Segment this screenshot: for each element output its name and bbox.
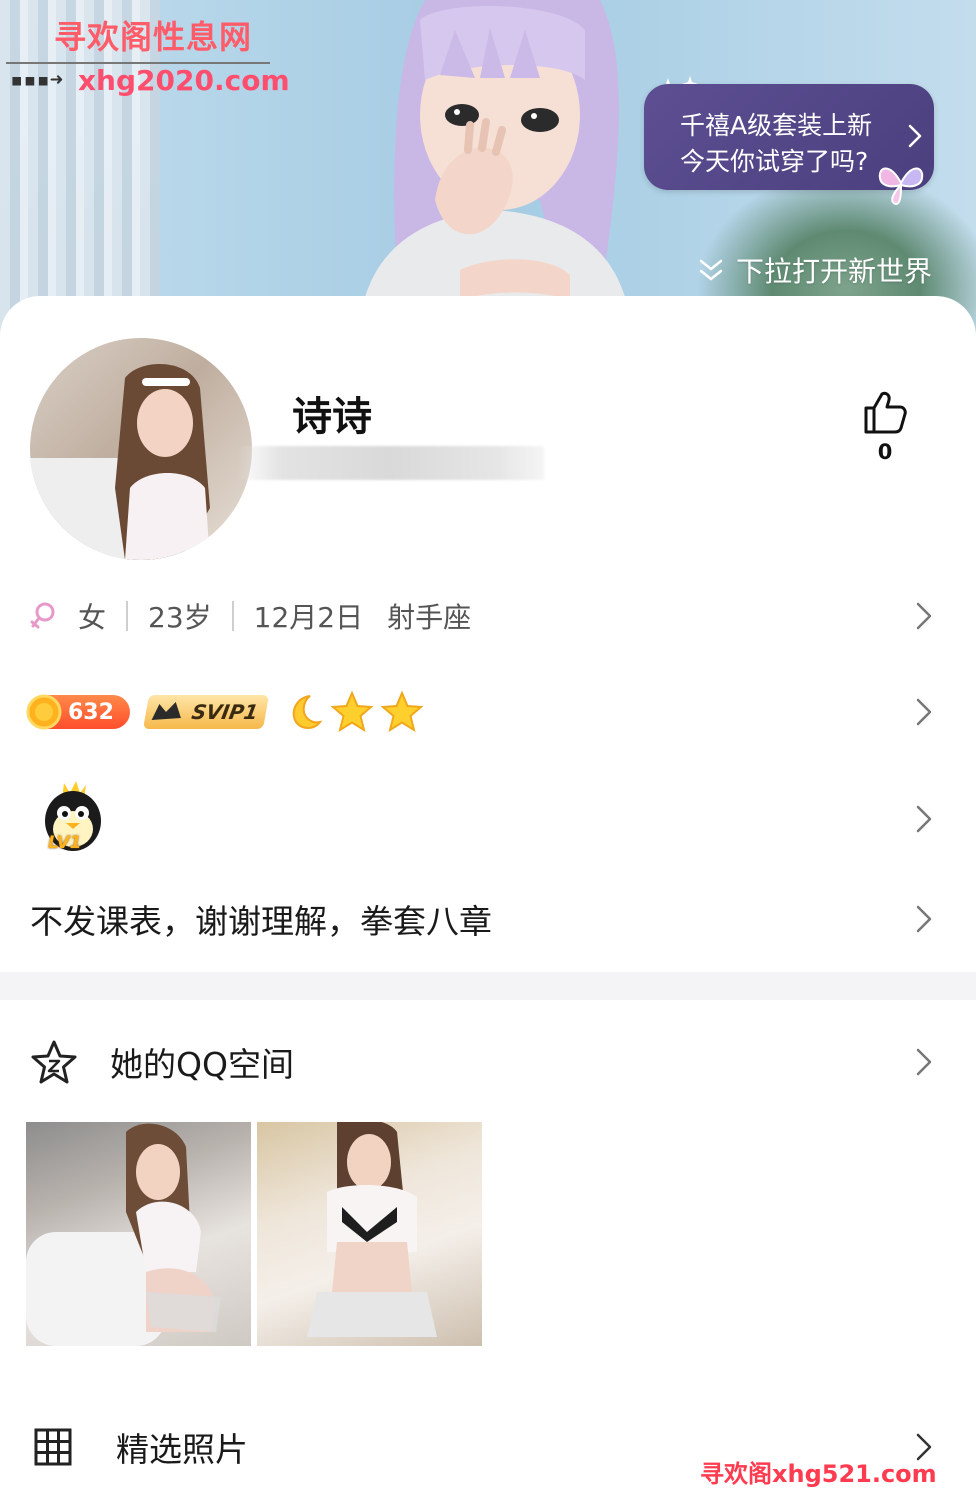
svip-crown-icon (151, 702, 181, 720)
section-divider (0, 972, 976, 1000)
age-text: 23岁 (148, 601, 212, 634)
avatar-3d-figure (360, 0, 630, 320)
basic-info-row[interactable]: 女 23岁 12月2日 射手座 (0, 588, 976, 644)
qzone-title: 她的QQ空间 (110, 1045, 294, 1084)
coin-count: 632 (68, 699, 114, 725)
chevron-right-icon (916, 905, 932, 933)
watermark-site-name: 寻欢阁性息网 (54, 18, 253, 56)
gender-text: 女 (78, 601, 107, 634)
qq-level-label: LV1 (48, 833, 82, 853)
featured-title: 精选照片 (116, 1430, 248, 1469)
qzone-row[interactable]: 她的QQ空间 (0, 1034, 976, 1090)
profile-banner[interactable]: 寻欢阁性息网 ▪▪▪➜ xhg2020.com 千禧A级套装上新 今天你试穿了吗… (0, 0, 976, 340)
moon-icon (292, 695, 323, 729)
arrow-right-icon: ▪▪▪➜ (10, 68, 63, 93)
svip-label: SVIP1 (189, 700, 261, 724)
butterfly-icon (878, 167, 924, 206)
top-watermark: 寻欢阁性息网 ▪▪▪➜ xhg2020.com (6, 6, 290, 97)
chevron-right-icon (916, 1048, 932, 1076)
qzone-photo-image (307, 1122, 437, 1337)
profile-card: 诗诗 0 女 23岁 12月2日 射手座 632 SVIP1 LV1 不发课表，… (0, 296, 976, 1498)
watermark-site-url: xhg2020.com (78, 64, 290, 97)
chevron-right-icon (916, 698, 932, 726)
signature-row[interactable]: 不发课表，谢谢理解，拳套八章 (0, 886, 976, 952)
birthday-text: 12月2日 (253, 601, 364, 634)
like-button[interactable]: 0 (860, 390, 910, 464)
qq-penguin-level-badge: LV1 (36, 779, 110, 859)
promo-text: 千禧A级套装上新 今天你试穿了吗? (680, 108, 872, 180)
star-icon (380, 691, 424, 733)
promo-line2: 今天你试穿了吗? (680, 147, 869, 176)
info-separator (126, 601, 129, 631)
grid-icon (34, 1428, 72, 1466)
thumbs-up-icon (864, 391, 907, 434)
badges-row[interactable]: 632 SVIP1 (0, 682, 976, 742)
profile-avatar[interactable] (30, 338, 252, 560)
female-gender-icon (30, 602, 55, 629)
qzone-photo-strip (26, 1122, 482, 1346)
coin-badge: 632 (26, 694, 130, 730)
coin-icon (26, 694, 62, 730)
qzone-photo[interactable] (26, 1122, 251, 1346)
pull-down-hint[interactable]: 下拉打开新世界 (696, 250, 932, 290)
qzone-photo[interactable] (257, 1122, 482, 1346)
qzone-star-icon (31, 1040, 77, 1084)
info-separator (231, 601, 234, 631)
signature-text: 不发课表，谢谢理解，拳套八章 (30, 902, 492, 941)
pull-hint-text: 下拉打开新世界 (736, 255, 933, 288)
qq-number-blurred (236, 446, 544, 480)
avatar-photo (30, 364, 210, 560)
zodiac-text: 射手座 (387, 601, 472, 634)
qq-level-row[interactable]: LV1 (0, 774, 976, 864)
double-chevron-down-icon (699, 259, 723, 281)
qzone-photo-image (26, 1123, 221, 1346)
star-icon (330, 691, 374, 733)
profile-name: 诗诗 (292, 394, 372, 440)
promo-line1: 千禧A级套装上新 (680, 111, 873, 140)
chevron-right-icon (916, 805, 932, 833)
bottom-watermark: 寻欢阁xhg521.com (700, 1460, 937, 1488)
chevron-right-icon (908, 124, 922, 148)
like-count: 0 (877, 440, 893, 464)
chevron-right-icon (916, 602, 932, 630)
svip-badge: SVIP1 (143, 695, 269, 729)
